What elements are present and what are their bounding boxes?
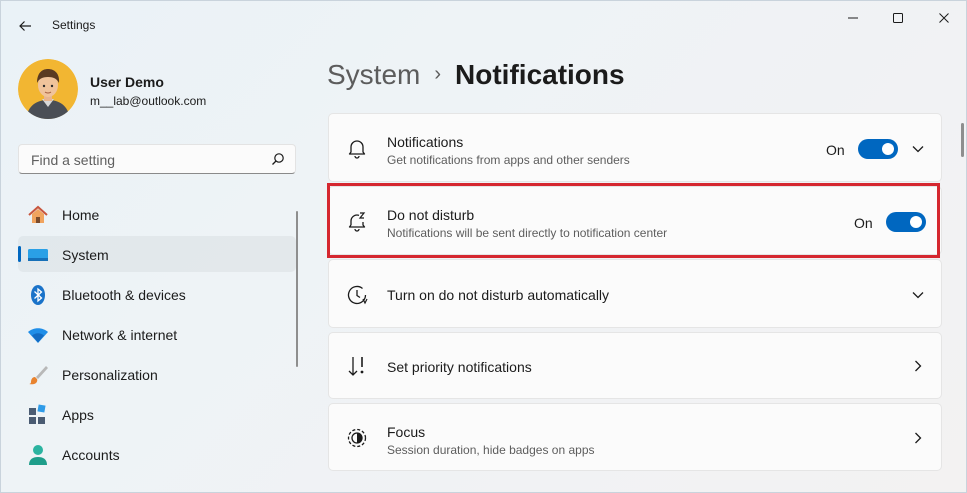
focus-icon [347, 428, 367, 448]
card-subtitle: Session duration, hide badges on apps [387, 443, 595, 457]
card-title: Notifications [387, 134, 464, 150]
sidebar-item-system[interactable]: System [18, 236, 296, 272]
card-title: Turn on do not disturb automatically [387, 287, 610, 303]
close-button[interactable] [921, 6, 966, 30]
back-button[interactable] [11, 12, 39, 40]
breadcrumb-parent[interactable]: System [327, 59, 420, 90]
selection-indicator [18, 246, 21, 262]
accounts-icon [29, 445, 47, 465]
home-icon [28, 205, 48, 223]
chevron-down-icon[interactable] [911, 288, 925, 302]
minimize-button[interactable] [830, 6, 876, 30]
sidebar-item-home[interactable]: Home [18, 196, 296, 232]
minimize-icon [848, 17, 858, 19]
sidebar-item-personalization[interactable]: Personalization [18, 356, 296, 392]
toggle-knob [882, 143, 894, 155]
sidebar-item-accounts[interactable]: Accounts [18, 436, 296, 472]
apps-icon [29, 404, 46, 424]
chevron-down-icon[interactable] [911, 142, 925, 156]
sidebar-nav: Home System Bluetooth & devices Network … [18, 196, 296, 476]
sidebar-item-label: Home [62, 207, 100, 223]
app-title: Settings [52, 18, 96, 32]
user-email: m__lab@outlook.com [90, 94, 207, 108]
breadcrumb: System › Notifications [327, 59, 625, 99]
chevron-right-icon[interactable] [911, 359, 925, 373]
brush-icon [29, 366, 48, 385]
bluetooth-icon [31, 285, 45, 305]
sidebar-item-network[interactable]: Network & internet [18, 316, 296, 352]
breadcrumb-separator: › [434, 63, 442, 85]
maximize-button[interactable] [875, 6, 921, 30]
sidebar-item-label: Personalization [62, 367, 158, 383]
bell-icon [348, 140, 366, 159]
sidebar-item-label: System [62, 247, 109, 263]
sidebar-scrollbar[interactable] [296, 211, 298, 367]
sidebar-item-bluetooth[interactable]: Bluetooth & devices [18, 276, 296, 312]
sidebar-item-label: Apps [62, 407, 94, 423]
card-title: Focus [387, 424, 426, 440]
system-monitor-icon [28, 249, 48, 261]
search-box[interactable] [18, 144, 296, 174]
page-title: Notifications [455, 59, 625, 90]
back-arrow-icon [19, 21, 31, 31]
main-scrollbar[interactable] [961, 123, 964, 157]
user-name: User Demo [90, 74, 164, 90]
priority-notifications-card[interactable]: Set priority notifications [328, 332, 942, 399]
settings-window: Settings User Demo m__lab@outlook.com Fi… [0, 0, 967, 493]
close-icon [939, 13, 949, 23]
search-icon[interactable] [271, 152, 285, 166]
notifications-toggle[interactable] [858, 139, 898, 159]
card-subtitle: Get notifications from apps and other se… [387, 153, 630, 167]
avatar [18, 59, 78, 119]
sidebar-item-label: Network & internet [62, 327, 178, 343]
toggle-state-label: On [826, 142, 845, 158]
focus-card[interactable]: Focus Session duration, hide badges on a… [328, 403, 942, 471]
sidebar-item-apps[interactable]: Apps [18, 396, 296, 432]
card-title: Set priority notifications [387, 359, 532, 375]
sidebar-item-label: Accounts [62, 447, 120, 463]
notifications-card[interactable]: Notifications Get notifications from app… [328, 113, 942, 182]
dnd-automatically-card[interactable]: Turn on do not disturb automatically [328, 259, 942, 328]
sidebar-item-label: Bluetooth & devices [62, 287, 186, 303]
wifi-icon [28, 328, 48, 343]
search-input[interactable] [29, 151, 263, 169]
sort-priority-icon [348, 357, 364, 376]
highlight-annotation [327, 183, 940, 258]
clock-icon [347, 285, 368, 305]
chevron-right-icon[interactable] [911, 431, 925, 445]
maximize-icon [893, 13, 903, 23]
title-bar: Settings [1, 1, 966, 41]
